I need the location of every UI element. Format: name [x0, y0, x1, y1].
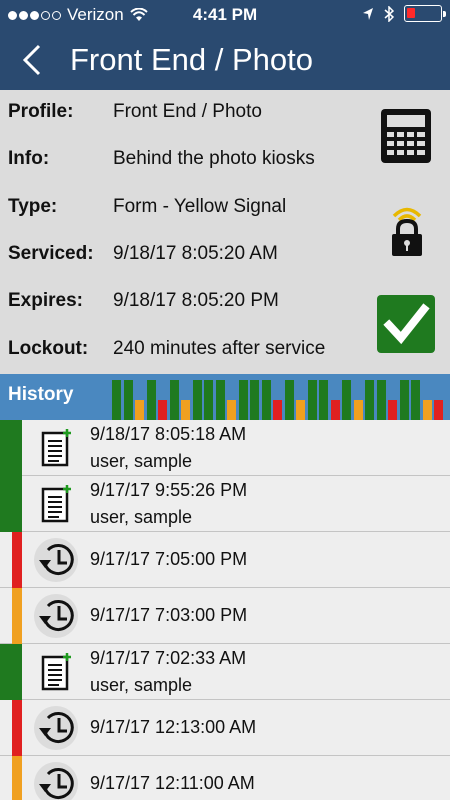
timeline-bar-green: [169, 380, 179, 420]
details-panel: Profile: Front End / Photo Info: Behind …: [0, 90, 450, 374]
history-row[interactable]: 9/17/17 7:03:00 PM: [0, 588, 450, 644]
history-clock-icon: [34, 594, 78, 638]
status-bar: Verizon 4:41 PM: [0, 0, 450, 30]
timeline-bar-green: [307, 380, 317, 420]
history-user: user, sample: [90, 675, 193, 695]
history-datetime: 9/17/17 12:13:00 AM: [90, 717, 257, 737]
history-label: History: [8, 384, 74, 405]
profile-label: Profile:: [8, 101, 74, 122]
timeline-bar-red: [330, 400, 340, 420]
timeline-bar-orange: [135, 400, 144, 420]
bluetooth-icon: [384, 5, 394, 22]
history-user: user, sample: [90, 507, 193, 527]
calculator-icon: [381, 109, 431, 163]
timeline-bar-orange: [181, 400, 190, 420]
history-datetime: 9/17/17 9:55:26 PM: [90, 480, 248, 500]
history-datetime: 9/17/17 12:11:00 AM: [90, 773, 255, 793]
history-datetime: 9/18/17 8:05:18 AM: [90, 424, 247, 444]
status-indicator-green: [0, 420, 22, 476]
lockout-value: 240 minutes after service: [113, 338, 326, 359]
timeline-bar-green: [146, 380, 156, 420]
navigation-bar: Front End / Photo: [0, 30, 450, 90]
timeline-bar-green: [112, 380, 121, 420]
form-document-icon: [33, 651, 79, 695]
lockout-label: Lockout:: [8, 338, 89, 359]
timeline-bar-green: [204, 380, 213, 420]
battery-icon: [404, 5, 446, 22]
history-clock-icon: [34, 706, 78, 750]
timeline-bar-red: [158, 400, 167, 420]
timeline-bar-orange: [227, 400, 236, 420]
info-label: Info:: [8, 148, 50, 169]
timeline-bar-green: [399, 380, 409, 420]
timeline-bar-red: [273, 400, 282, 420]
info-value: Behind the photo kiosks: [113, 148, 315, 169]
lock-signal-icon: [392, 207, 422, 256]
history-clock-icon: [34, 762, 78, 800]
timeline-bar-green: [215, 380, 225, 420]
history-row[interactable]: 9/18/17 8:05:18 AM user, sample: [0, 420, 450, 476]
timeline-bar-orange: [353, 400, 363, 420]
timeline-bar-green: [376, 380, 386, 420]
history-datetime: 9/17/17 7:02:33 AM: [90, 648, 247, 668]
back-button[interactable]: [14, 40, 50, 80]
status-indicator-green: [0, 644, 22, 700]
history-clock-icon: [34, 538, 78, 582]
timeline-bar-green: [411, 380, 420, 420]
timeline-bar-green: [342, 380, 351, 420]
page-title: Front End / Photo: [70, 42, 313, 77]
history-row[interactable]: 9/17/17 7:02:33 AM user, sample: [0, 644, 450, 700]
lockout-indicator: [388, 202, 426, 258]
form-document-icon: [33, 427, 79, 471]
status-indicator-red: [12, 700, 22, 756]
timeline-bar-orange: [296, 400, 305, 420]
timeline-bar-green: [123, 380, 133, 420]
status-indicator-green: [0, 476, 22, 532]
chevron-left-icon: [22, 44, 41, 76]
timeline-bar-red: [388, 400, 397, 420]
history-row[interactable]: 9/17/17 9:55:26 PM user, sample: [0, 476, 450, 532]
serviced-value: 9/18/17 8:05:20 AM: [113, 243, 278, 264]
timeline-bar-green: [365, 380, 374, 420]
history-timeline: [112, 380, 448, 420]
expires-label: Expires:: [8, 290, 83, 311]
status-indicator-orange: [12, 588, 22, 644]
history-header: History: [0, 374, 450, 420]
timeline-bar-red: [434, 400, 443, 420]
checkmark-icon: [383, 303, 430, 345]
history-row[interactable]: 9/17/17 7:05:00 PM: [0, 532, 450, 588]
form-document-icon: [33, 483, 79, 527]
status-indicator-orange: [12, 756, 22, 800]
timeline-bar-green: [284, 380, 294, 420]
timeline-bar-green: [319, 380, 328, 420]
service-complete-button[interactable]: [377, 295, 435, 353]
calculator-button[interactable]: [380, 108, 432, 164]
history-datetime: 9/17/17 7:03:00 PM: [90, 605, 248, 625]
type-value: Form - Yellow Signal: [113, 196, 287, 217]
history-list[interactable]: 9/18/17 8:05:18 AM user, sample 9/17/17 9:…: [0, 420, 450, 800]
profile-value: Front End / Photo: [113, 101, 262, 122]
type-label: Type:: [8, 196, 58, 217]
history-row[interactable]: 9/17/17 12:13:00 AM: [0, 700, 450, 756]
history-datetime: 9/17/17 7:05:00 PM: [90, 549, 248, 569]
status-indicator-red: [12, 532, 22, 588]
status-bar-right: [362, 5, 446, 22]
timeline-bar-green: [261, 380, 271, 420]
timeline-bar-green: [250, 380, 259, 420]
expires-value: 9/18/17 8:05:20 PM: [113, 290, 279, 311]
timeline-bar-green: [192, 380, 202, 420]
timeline-bar-orange: [422, 400, 432, 420]
timeline-bar-green: [238, 380, 248, 420]
location-icon: [363, 7, 373, 20]
history-user: user, sample: [90, 451, 193, 471]
serviced-label: Serviced:: [8, 243, 94, 264]
history-row[interactable]: 9/17/17 12:11:00 AM: [0, 756, 450, 800]
